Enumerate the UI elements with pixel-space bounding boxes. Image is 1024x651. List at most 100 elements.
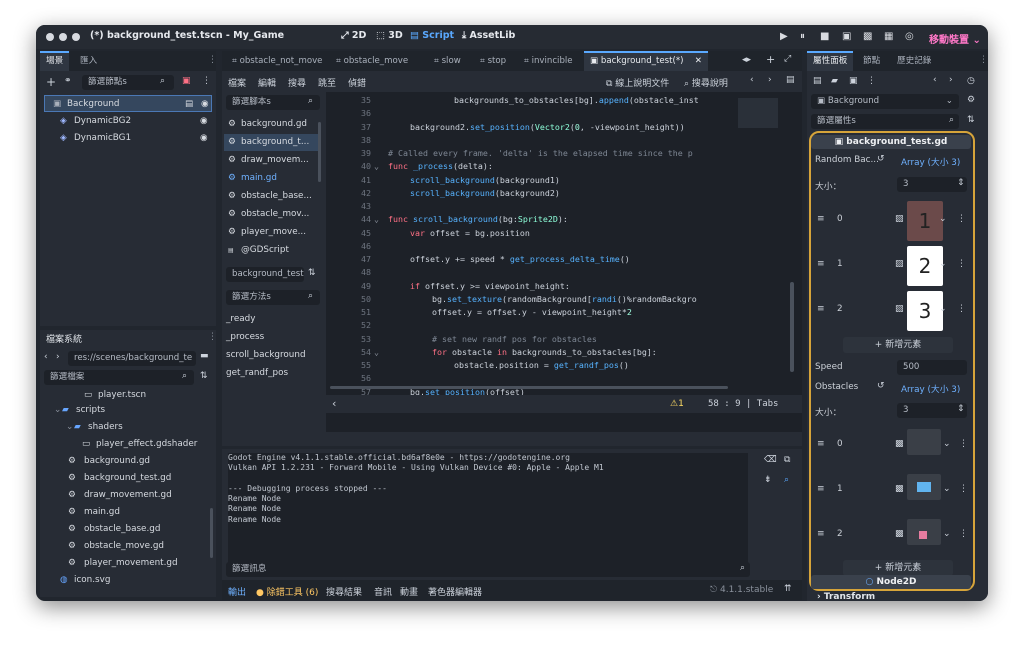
back-icon[interactable]: ‹ <box>933 75 937 85</box>
menu-goto[interactable]: 跳至 <box>318 76 336 89</box>
tab-background-test[interactable]: ▣ background_test(*) ✕ <box>584 51 708 71</box>
search-icon[interactable]: ⌕ <box>784 475 789 485</box>
dock-menu-icon[interactable]: ⋮ <box>979 55 988 65</box>
file-item[interactable]: ⚙ main.gd <box>40 504 210 521</box>
warning-indicator[interactable]: ⚠1 <box>670 399 684 409</box>
file-item[interactable]: ⚙ obstacle_base.gd <box>40 521 210 538</box>
tab-stop[interactable]: ⌗ stop <box>474 51 512 71</box>
script-list-item[interactable]: ⚙ obstacle_base... <box>224 188 320 205</box>
fold-icon[interactable]: ⌄ <box>374 346 379 359</box>
code-line[interactable]: 41 scroll_background(background1) <box>326 174 736 187</box>
distraction-free-icon[interactable]: ⤢ <box>784 54 791 64</box>
tab-invincible[interactable]: ⌗ invincible <box>518 51 579 71</box>
open-folder-icon[interactable]: ▰ <box>831 76 838 86</box>
script-icon[interactable]: ▤ <box>185 96 193 113</box>
code-line[interactable]: 52 <box>326 319 736 332</box>
file-item[interactable]: ⚙ player_movement.gd <box>40 555 210 572</box>
movie-maker-icon[interactable]: ◎ <box>905 31 914 42</box>
save-icon[interactable]: ▣ <box>849 76 858 86</box>
tree-node-dynamicbg2[interactable]: ◈ DynamicBG2 ◉ <box>40 113 216 130</box>
tab-inspector[interactable]: 屬性面板 <box>807 51 854 71</box>
tab-slow[interactable]: ⌗ slow <box>428 51 467 71</box>
script-list-item[interactable]: ⚙ draw_movem... <box>224 152 320 169</box>
script-list-item[interactable]: ⚙ player_move... <box>224 224 320 241</box>
file-item[interactable]: ⚙ draw_movement.gd <box>40 487 210 504</box>
visibility-icon[interactable]: ◉ <box>201 96 209 113</box>
tab-node[interactable]: 節點 <box>857 51 886 71</box>
code-line[interactable]: 40 ⌄ func _process(delta): <box>326 160 736 173</box>
folder-item[interactable]: ⌄ ▰ shaders <box>40 419 210 436</box>
tab-history-icon[interactable]: ◂▸ <box>742 55 751 65</box>
online-docs-button[interactable]: ⧉ 線上說明文件 <box>606 76 669 89</box>
pin-icon[interactable]: ⇈ <box>784 584 792 594</box>
scene-menu-icon[interactable]: ⋮ <box>202 76 211 86</box>
workspace-assetlib[interactable]: ⤓ AssetLib <box>462 30 515 41</box>
menu-search[interactable]: 搜尋 <box>288 76 306 89</box>
back-icon[interactable]: ‹ <box>44 352 48 362</box>
script-list-item[interactable]: ⚙ background_t... <box>224 134 320 151</box>
code-line[interactable]: 55 obstacle.position = get_randf_pos() <box>326 359 736 372</box>
script-list-item[interactable]: ⚙ background.gd <box>224 116 320 133</box>
code-line[interactable]: 42 scroll_background(background2) <box>326 187 736 200</box>
tab-search-results[interactable]: 搜尋結果 <box>326 585 362 598</box>
code-line[interactable]: 49 if offset.y >= viewpoint_height: <box>326 280 736 293</box>
tab-history[interactable]: 歷史記錄 <box>891 51 937 71</box>
code-area[interactable]: 35 backgrounds_to_obstacles[bg].append(ob… <box>326 92 802 432</box>
fold-icon[interactable]: ⌄ <box>374 160 379 173</box>
copy-icon[interactable]: ⧉ <box>784 455 790 465</box>
method-item[interactable]: get_randf_pos <box>226 365 322 382</box>
tab-output[interactable]: 輸出 <box>228 585 246 598</box>
property-filter-input[interactable]: 篩選屬性s <box>811 114 959 129</box>
menu-debug[interactable]: 偵錯 <box>348 76 366 89</box>
horizontal-scrollbar[interactable] <box>330 386 728 389</box>
tab-scene[interactable]: 場景 <box>40 51 70 71</box>
code-line[interactable]: 35 backgrounds_to_obstacles[bg].append(ob… <box>326 94 736 107</box>
add-node-icon[interactable]: + <box>46 75 56 89</box>
method-item[interactable]: _ready <box>226 311 322 328</box>
visibility-icon[interactable]: ◉ <box>200 130 208 147</box>
script-list-item[interactable]: ⚙ obstacle_mov... <box>224 206 320 223</box>
script-add-icon[interactable]: ▣ <box>182 76 191 86</box>
new-tab-icon[interactable]: + <box>766 53 775 66</box>
file-item[interactable]: ⚙ background_test.gd <box>40 470 210 487</box>
tab-import[interactable]: 匯入 <box>74 51 103 71</box>
sort-icon[interactable]: ⇅ <box>200 371 208 381</box>
pause-icon[interactable]: ⏸ <box>800 31 805 42</box>
filter-options-icon[interactable]: ⇅ <box>967 115 975 125</box>
method-item[interactable]: scroll_background <box>226 347 322 364</box>
method-filter-input[interactable]: 篩選方法s <box>226 290 320 305</box>
workspace-2d[interactable]: ⤢ 2D <box>341 30 366 41</box>
remote-debug-icon[interactable]: ▣ <box>842 31 851 42</box>
resource-menu-icon[interactable]: ⋮ <box>867 76 876 86</box>
script-list-item[interactable]: ▤ @GDScript <box>224 242 320 259</box>
link-icon[interactable]: ⚭ <box>64 76 72 86</box>
collapse-icon[interactable]: ⇟ <box>764 475 772 485</box>
tab-obstacle-move[interactable]: ⌗ obstacle_move <box>330 51 414 71</box>
tree-node-dynamicbg1[interactable]: ◈ DynamicBG1 ◉ <box>40 130 216 147</box>
new-resource-icon[interactable]: ▤ <box>813 76 822 86</box>
code-line[interactable]: 53 # set new randf pos for obstacles <box>326 333 736 346</box>
dock-menu-icon[interactable]: ⋮ <box>208 332 217 342</box>
code-line[interactable]: 37 background2.set_position(Vector2(0, -v… <box>326 121 736 134</box>
tree-node-background[interactable]: ▣ Background ▤ ◉ <box>44 95 212 112</box>
tab-shader-editor[interactable]: 著色器編輯器 <box>428 585 482 598</box>
code-line[interactable]: 47 offset.y += speed * get_process_delta_… <box>326 253 736 266</box>
history-icon[interactable]: ◷ <box>967 76 975 86</box>
device-button[interactable]: 移動裝置 ⌄ <box>929 31 981 46</box>
dock-menu-icon[interactable]: ⋮ <box>208 55 217 65</box>
code-line[interactable]: 38 <box>326 134 736 147</box>
play-scene-icon[interactable]: ▩ <box>863 31 872 42</box>
play-icon[interactable]: ▶ <box>780 31 788 42</box>
file-item[interactable]: ⚙ background.gd <box>40 453 210 470</box>
menu-file[interactable]: 檔案 <box>228 76 246 89</box>
next-script-icon[interactable]: › <box>768 75 772 85</box>
code-line[interactable]: 54 ⌄ for obstacle in backgrounds_to_obstac… <box>326 346 736 359</box>
play-custom-icon[interactable]: ▦ <box>884 31 893 42</box>
close-window-button[interactable] <box>46 33 54 41</box>
prev-script-icon[interactable]: ‹ <box>750 75 754 85</box>
split-view-icon[interactable]: ▬ <box>200 351 209 361</box>
script-filter-input[interactable]: 篩選腳本s <box>226 95 320 110</box>
tab-debugger[interactable]: ● 除錯工具 (6) <box>256 585 318 598</box>
tab-obstacle-not-move[interactable]: ⌗ obstacle_not_move <box>226 51 328 71</box>
code-line[interactable]: 39 # Called every frame. 'delta' is the e… <box>326 147 736 160</box>
